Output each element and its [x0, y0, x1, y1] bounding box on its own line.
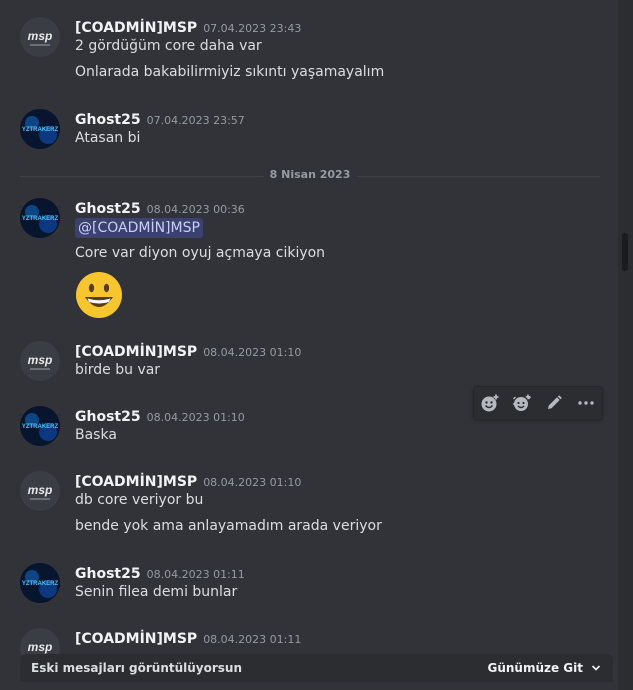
date-divider: 8 Nisan 2023	[20, 168, 600, 181]
avatar-msp[interactable]: msp	[20, 17, 60, 57]
date-divider-label: 8 Nisan 2023	[263, 168, 357, 181]
avatar-msp[interactable]: msp	[20, 341, 60, 381]
message-author[interactable]: [COADMİN]MSP	[75, 631, 197, 647]
message-timestamp[interactable]: 08.04.2023 01:10	[203, 476, 301, 489]
avatar-logo-text: YZTRAKERZ	[22, 581, 59, 587]
avatar-ghost25[interactable]: YZTRAKERZ	[20, 109, 60, 149]
scrollbar-thumb[interactable]	[622, 233, 628, 271]
message-text: Core var diyon oyuj açmaya cikiyon	[75, 245, 326, 261]
message-timestamp[interactable]: 08.04.2023 01:11	[203, 633, 301, 646]
message-author[interactable]: [COADMİN]MSP	[75, 344, 197, 360]
message-timestamp[interactable]: 07.04.2023 23:43	[203, 22, 301, 35]
message-author[interactable]: Ghost25	[75, 566, 141, 582]
jump-to-present-bar: Eski mesajları görüntülüyorsun Günümüze …	[20, 654, 613, 682]
super-reaction-icon[interactable]	[510, 391, 534, 415]
avatar-logo-text: msp	[28, 29, 53, 43]
message-author[interactable]: [COADMİN]MSP	[75, 20, 197, 36]
message-author[interactable]: [COADMİN]MSP	[75, 474, 197, 490]
message-timestamp[interactable]: 07.04.2023 23:57	[147, 114, 245, 127]
avatar-logo-text: msp	[28, 483, 53, 497]
message-text: Senin filea demi bunlar	[75, 584, 238, 600]
message-timestamp[interactable]: 08.04.2023 01:10	[147, 411, 245, 424]
message-text: Baska	[75, 427, 117, 443]
avatar-ghost25[interactable]: YZTRAKERZ	[20, 563, 60, 603]
message-text: bende yok ama anlayamadım arada veriyor	[75, 518, 382, 534]
viewing-older-messages-label: Eski mesajları görüntülüyorsun	[31, 661, 243, 675]
message-timestamp[interactable]: 08.04.2023 01:10	[203, 346, 301, 359]
edit-pencil-icon[interactable]	[542, 391, 566, 415]
message-timestamp[interactable]: 08.04.2023 01:11	[147, 568, 245, 581]
message-text: birde bu var	[75, 362, 161, 378]
add-reaction-icon[interactable]	[478, 391, 502, 415]
avatar-ghost25[interactable]: YZTRAKERZ	[20, 406, 60, 446]
message-text: 2 gördüğüm core daha var	[75, 38, 262, 54]
avatar-logo-text: YZTRAKERZ	[22, 127, 59, 133]
jump-to-present-button[interactable]: Günümüze Git	[487, 661, 601, 675]
message-text: Onlarada bakabilirmiyiz sıkıntı yaşamaya…	[75, 64, 385, 80]
avatar-logo-text: YZTRAKERZ	[22, 216, 59, 222]
message-text: db core veriyor bu	[75, 492, 204, 508]
message-author[interactable]: Ghost25	[75, 201, 141, 217]
avatar-logo-text: msp	[28, 640, 53, 654]
message-timestamp[interactable]: 08.04.2023 00:36	[147, 203, 245, 216]
message-actions-toolbar	[473, 386, 603, 420]
more-options-icon[interactable]	[574, 391, 598, 415]
message-author[interactable]: Ghost25	[75, 112, 141, 128]
message-text: Atasan bi	[75, 130, 141, 146]
avatar-msp[interactable]: msp	[20, 471, 60, 511]
chat-scrollbar[interactable]	[618, 0, 633, 690]
grinning-face-emoji-icon[interactable]	[75, 271, 123, 323]
message-author[interactable]: Ghost25	[75, 409, 141, 425]
jump-to-present-label: Günümüze Git	[487, 661, 583, 675]
chevron-down-icon	[591, 665, 601, 671]
avatar-logo-text: YZTRAKERZ	[22, 424, 59, 430]
avatar-logo-text: msp	[28, 353, 53, 367]
user-mention[interactable]: @[COADMİN]MSP	[75, 218, 203, 238]
chat-message-list: msp [COADMİN]MSP 07.04.2023 23:43 2 gördü…	[0, 0, 618, 690]
avatar-ghost25[interactable]: YZTRAKERZ	[20, 198, 60, 238]
